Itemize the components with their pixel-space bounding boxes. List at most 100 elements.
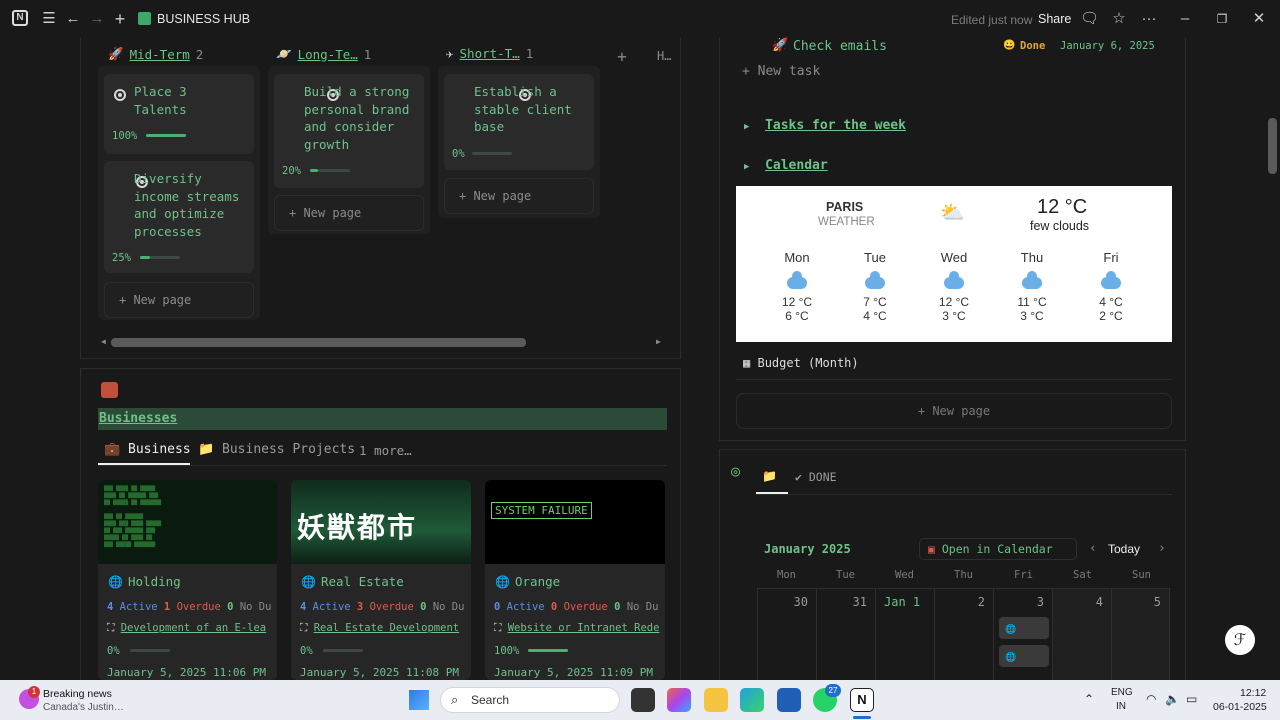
add-column-plus-icon[interactable]: + [612,47,632,67]
new-page-plus-icon[interactable]: + [111,10,129,28]
favorite-star-icon[interactable]: ☆ [1110,10,1128,28]
wifi-icon[interactable]: ◠ [1146,692,1156,706]
help-button[interactable]: ℱ [1225,625,1255,655]
new-task-button[interactable]: + New task [742,64,820,79]
progress-label: 0% [300,645,313,657]
briefcase-icon: 💼 [104,442,121,457]
column-header-short-term[interactable]: ✈ Short-T… 1 [446,46,533,61]
clock-time[interactable]: 12:12 [1240,687,1266,699]
news-title[interactable]: Breaking news [43,688,112,700]
planet-icon: 🪐 [276,46,292,61]
forward-arrow-icon[interactable]: → [88,10,106,28]
related-project[interactable]: ⛶ Development of an E-lea [107,622,277,635]
budget-link[interactable]: ▦ Budget (Month) [743,356,859,370]
gallery-icon: ▦ [743,356,751,370]
progress-bar [323,649,363,652]
task-name[interactable]: Check emails [793,39,887,54]
business-card-holding[interactable]: ▒▒▒ ▒▒▒▒ ▒▒ ▒▒▒▒▒ ▒▒▒▒ ▒▒ ▒▒▒▒▒▒ ▒▒▒ ▒▒ ▒▒… [98,480,277,680]
tab-more[interactable]: 1 more… [359,443,412,458]
maximize-icon[interactable]: ❐ [1213,10,1231,28]
calendar-day[interactable]: 5 [1111,588,1170,683]
weather-sub: WEATHER [818,216,875,228]
calendar-day[interactable]: 30 [757,588,816,683]
copilot-icon[interactable] [667,688,691,712]
column-name[interactable]: Short-T… [460,46,520,61]
column-name[interactable]: Long-Te… [298,47,358,62]
language-label[interactable]: ENG [1111,687,1133,698]
column-header-mid-term[interactable]: 🚀 Mid-Term 2 [108,46,203,62]
calendar-day[interactable]: 31 [816,588,875,683]
globe-icon: 🌐 [495,575,510,589]
more-options-icon[interactable]: ··· [1140,10,1158,28]
task-view-icon[interactable] [631,688,655,712]
businesses-heading[interactable]: Businesses [99,411,177,426]
share-button[interactable]: Share [1038,12,1071,26]
hidden-column-header[interactable]: H… [657,49,671,63]
next-month-icon[interactable]: › [1158,541,1166,556]
file-explorer-icon[interactable] [704,688,728,712]
today-button[interactable]: Today [1108,542,1140,556]
created-date: January 5, 2025 11:08 PM [300,666,459,679]
back-arrow-icon[interactable]: ← [64,10,82,28]
column-header-long-term[interactable]: 🪐 Long-Te… 1 [276,46,371,62]
toggle-tasks-week[interactable]: ▶ Tasks for the week [744,118,906,133]
notion-logo-icon[interactable]: N [12,10,28,26]
business-name: Orange [515,574,561,589]
vertical-scrollbar[interactable] [1268,118,1277,174]
calendar-day[interactable]: Jan 1 [875,588,934,683]
volume-icon[interactable]: 🔈 [1165,692,1180,706]
tab-business[interactable]: 💼 Business [104,442,191,457]
open-in-calendar-button[interactable]: ▣ Open in Calendar [919,538,1077,560]
close-icon[interactable]: ✕ [1250,10,1268,28]
notion-taskbar-icon[interactable]: N [850,688,874,712]
start-windows-icon[interactable] [409,690,429,710]
chevron-up-icon[interactable]: ⌃ [1084,692,1094,706]
store-icon[interactable] [777,688,801,712]
page-title[interactable]: BUSINESS HUB [157,12,250,26]
briefcase-icon [101,382,118,398]
progress-bar [130,649,170,652]
snow-cloud-icon [1101,271,1121,289]
prev-month-icon[interactable]: ‹ [1089,541,1097,556]
status-badge[interactable]: Done [1020,40,1045,52]
new-page-button[interactable]: + New page [444,178,594,214]
progress-label: 100% [112,130,138,142]
related-project[interactable]: ⛶ Real Estate Development [300,622,471,635]
horizontal-scrollbar[interactable] [111,338,526,347]
tab-business-projects[interactable]: 📁 Business Projects [198,442,355,457]
column-name[interactable]: Mid-Term [130,47,190,62]
calendar-day[interactable]: 2 [934,588,993,683]
taskbar-search-box[interactable]: ⌕ Search [440,687,620,713]
windows-taskbar: 1 Breaking news Canada's Justin… ⌕ Searc… [0,680,1280,720]
progress-bar [528,649,568,652]
goal-title: Place 3 Talents [134,84,187,117]
calendar-day[interactable]: 4 [1052,588,1111,683]
rocket-icon: 🚀 [108,46,124,61]
scroll-left-icon[interactable]: ◀ [101,337,106,346]
clock-date: 06-01-2025 [1213,701,1267,713]
tab-done[interactable]: ✔ DONE [795,470,837,484]
toggle-calendar[interactable]: ▶ Calendar [744,158,828,173]
comments-icon[interactable]: 🗨 [1080,10,1099,28]
battery-icon[interactable]: ▭ [1186,692,1197,706]
divider [736,379,1172,380]
new-page-button[interactable]: + New page [104,282,254,318]
edge-browser-icon[interactable] [740,688,764,712]
calendar-event[interactable]: 🌐 [999,617,1049,639]
weather-city: PARIS [826,200,864,214]
folder-tab-icon[interactable]: 📁 [762,469,777,483]
new-page-button[interactable]: + New page [274,195,424,231]
progress-label: 0% [452,148,465,160]
check-circle-icon: ✔ [795,470,802,484]
city-cover-image: 妖獣都市 [291,480,471,564]
globe-icon: 🌐 [1005,653,1017,663]
menu-icon[interactable]: ☰ [40,10,58,28]
forecast-day: Fri 4 °C 2 °C [1099,250,1123,323]
minimize-icon[interactable]: – [1176,10,1194,28]
related-project[interactable]: ⛶ Website or Intranet Rede [494,622,665,635]
new-page-button[interactable]: + New page [736,393,1172,429]
scroll-right-icon[interactable]: ▶ [656,337,661,346]
calendar-event[interactable]: 🌐 [999,645,1049,667]
tab-divider [98,465,667,466]
search-placeholder: Search [471,693,510,707]
